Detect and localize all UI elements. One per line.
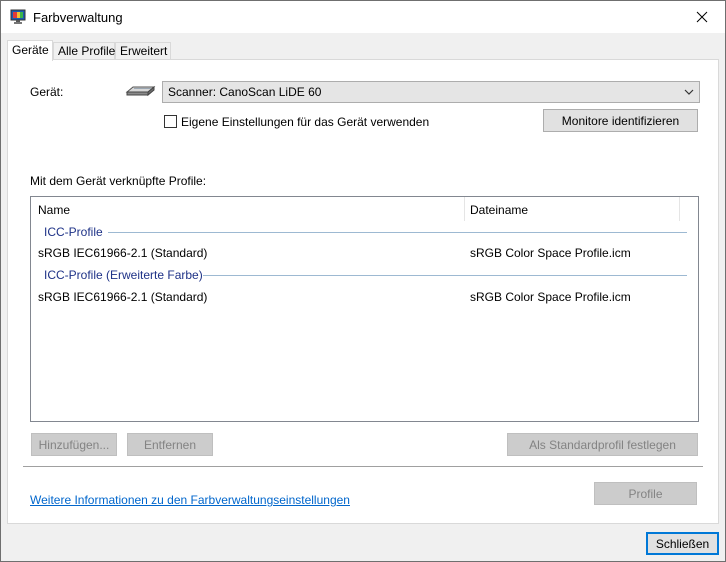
tab-devices[interactable]: Geräte	[7, 40, 53, 61]
divider	[23, 466, 703, 467]
profile-name-cell[interactable]: sRGB IEC61966-2.1 (Standard)	[38, 290, 207, 304]
column-header-name[interactable]: Name	[38, 203, 70, 217]
device-label: Gerät:	[30, 85, 64, 99]
title-bar: Farbverwaltung	[1, 1, 725, 33]
group-divider	[203, 275, 687, 276]
chevron-down-icon	[684, 89, 694, 95]
tab-all-profiles[interactable]: Alle Profile	[53, 42, 115, 60]
column-separator[interactable]	[464, 197, 465, 221]
scanner-icon	[125, 85, 156, 97]
group-divider	[108, 232, 687, 233]
profiles-button[interactable]: Profile	[594, 482, 697, 505]
column-header-filename[interactable]: Dateiname	[470, 203, 528, 217]
use-own-settings-checkbox[interactable]	[164, 115, 177, 128]
group-header-icc[interactable]: ICC-Profile	[44, 225, 103, 239]
identify-monitors-button[interactable]: Monitore identifizieren	[543, 109, 698, 132]
use-own-settings-label[interactable]: Eigene Einstellungen für das Gerät verwe…	[181, 115, 429, 129]
remove-profile-button[interactable]: Entfernen	[127, 433, 213, 456]
column-separator[interactable]	[679, 197, 680, 221]
add-profile-button[interactable]: Hinzufügen...	[31, 433, 117, 456]
set-default-profile-button[interactable]: Als Standardprofil festlegen	[507, 433, 698, 456]
close-button[interactable]: Schließen	[646, 532, 719, 555]
tab-advanced[interactable]: Erweitert	[115, 42, 171, 60]
close-icon	[696, 11, 708, 23]
window-close-button[interactable]	[679, 1, 725, 33]
color-management-window: Farbverwaltung Geräte Alle Profile Erwei…	[0, 0, 726, 562]
profile-file-cell[interactable]: sRGB Color Space Profile.icm	[470, 290, 631, 304]
profile-file-cell[interactable]: sRGB Color Space Profile.icm	[470, 246, 631, 260]
color-management-app-icon	[10, 9, 26, 24]
device-select[interactable]: Scanner: CanoScan LiDE 60	[162, 81, 700, 103]
profile-name-cell[interactable]: sRGB IEC61966-2.1 (Standard)	[38, 246, 207, 260]
device-select-value: Scanner: CanoScan LiDE 60	[168, 85, 322, 99]
window-title: Farbverwaltung	[33, 10, 123, 25]
profiles-list[interactable]: Name Dateiname ICC-Profile sRGB IEC61966…	[30, 196, 699, 422]
group-header-icc-extended[interactable]: ICC-Profile (Erweiterte Farbe)	[44, 268, 203, 282]
profiles-heading: Mit dem Gerät verknüpfte Profile:	[30, 174, 207, 188]
more-info-link[interactable]: Weitere Informationen zu den Farbverwalt…	[30, 493, 350, 507]
